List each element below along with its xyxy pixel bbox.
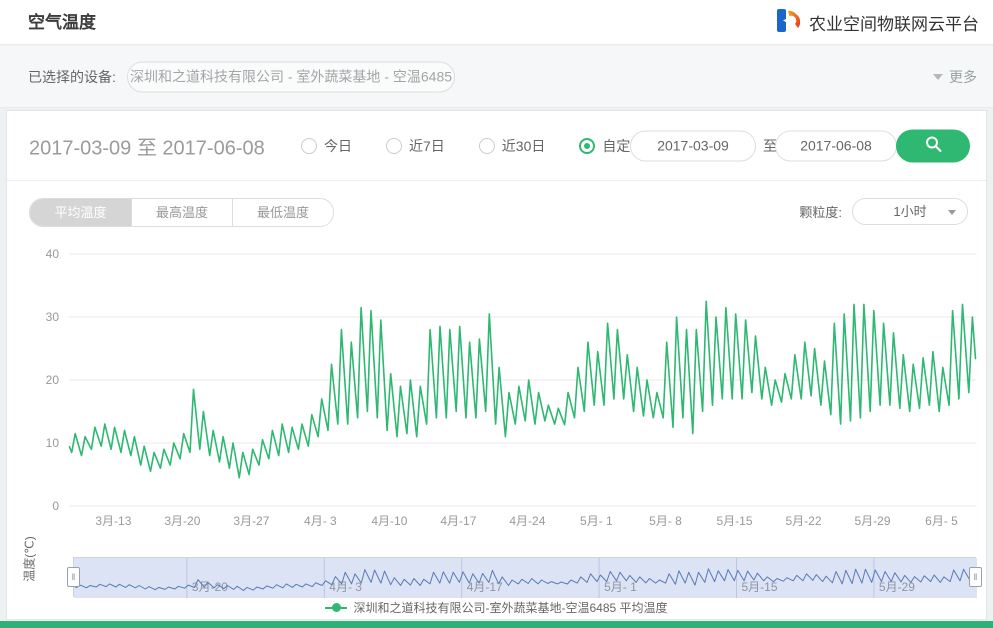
top-header: 空气温度 农业空间物联网云平台 bbox=[0, 0, 993, 45]
x-tick-label: 5月- 8 bbox=[649, 514, 682, 528]
x-tick-label: 5月-15 bbox=[716, 514, 752, 528]
tab-min-temperature[interactable]: 最低温度 bbox=[232, 199, 333, 226]
temperature-line bbox=[70, 301, 976, 477]
radio-circle-icon bbox=[479, 138, 495, 154]
chevron-down-icon bbox=[933, 74, 943, 80]
radio-today-label: 今日 bbox=[324, 136, 352, 156]
chevron-down-icon bbox=[948, 210, 956, 215]
x-tick-label: 5月-29 bbox=[854, 514, 890, 528]
datazoom-navigator[interactable]: 3月-204月- 34月-175月- 15月-155月-29 ‖ ‖ bbox=[73, 557, 976, 597]
start-date-input[interactable] bbox=[630, 130, 756, 161]
chart-area: 0 10 20 30 40 3月-13 3月-20 3月-27 4月- 3 4月-10 4月-17 4… bbox=[7, 243, 986, 553]
y-tick-label: 40 bbox=[46, 247, 60, 261]
tabs-row: 平均温度 最高温度 最低温度 颗粒度: 1小时 bbox=[7, 181, 986, 243]
navigator-tick-label: 5月- 1 bbox=[604, 580, 637, 594]
brand-name: 农业空间物联网云平台 bbox=[809, 10, 979, 35]
x-tick-label: 4月- 3 bbox=[304, 514, 337, 528]
selected-device-pill[interactable]: 深圳和之道科技有限公司 - 室外蔬菜基地 - 空温6485 bbox=[127, 61, 455, 92]
radio-last30days[interactable]: 近30日 bbox=[479, 136, 546, 156]
y-tick-label: 0 bbox=[52, 499, 59, 513]
navigator-tick-label: 5月-15 bbox=[742, 580, 778, 594]
device-bar: 已选择的设备: 深圳和之道科技有限公司 - 室外蔬菜基地 - 空温6485 更多 bbox=[0, 46, 993, 108]
x-tick-label: 4月-17 bbox=[440, 514, 476, 528]
page-title: 空气温度 bbox=[28, 0, 96, 45]
granularity-value: 1小时 bbox=[893, 204, 926, 219]
x-tick-label: 3月-20 bbox=[164, 514, 200, 528]
navigator-left-handle[interactable]: ‖ bbox=[67, 567, 80, 587]
navigator-tick-label: 4月- 3 bbox=[329, 580, 362, 594]
navigator-right-handle[interactable]: ‖ bbox=[969, 567, 982, 587]
footer-accent-bar bbox=[0, 621, 993, 628]
search-icon bbox=[925, 136, 942, 156]
line-dot-marker-icon bbox=[325, 603, 347, 612]
granularity-label: 颗粒度: bbox=[799, 202, 842, 221]
x-tick-label: 3月-27 bbox=[233, 514, 269, 528]
radio-circle-icon bbox=[301, 138, 317, 154]
radio-circle-icon bbox=[386, 138, 402, 154]
x-tick-label: 5月-22 bbox=[785, 514, 821, 528]
legend-item[interactable]: 深圳和之道科技有限公司-室外蔬菜基地-空温6485 平均温度 bbox=[325, 599, 667, 616]
granularity-dropdown[interactable]: 1小时 bbox=[852, 198, 968, 225]
x-tick-label: 3月-13 bbox=[95, 514, 131, 528]
y-tick-label: 20 bbox=[46, 373, 60, 387]
radio-last7days[interactable]: 近7日 bbox=[386, 136, 445, 156]
radio-selected-icon bbox=[579, 138, 595, 154]
temperature-line-chart: 0 10 20 30 40 3月-13 3月-20 3月-27 4月- 3 4月-10 4月-17 4… bbox=[7, 243, 986, 543]
selected-device-label: 已选择的设备: bbox=[28, 67, 116, 87]
date-preset-radio-group: 今日 近7日 近30日 自定义 bbox=[301, 111, 644, 181]
temperature-tab-group: 平均温度 最高温度 最低温度 bbox=[29, 198, 334, 227]
legend-row: 深圳和之道科技有限公司-室外蔬菜基地-空温6485 平均温度 bbox=[7, 599, 986, 616]
navigator-preview-chart: 3月-204月- 34月-175月- 15月-155月-29 bbox=[74, 558, 977, 598]
y-tick-label: 30 bbox=[46, 310, 60, 324]
tab-average-temperature[interactable]: 平均温度 bbox=[30, 199, 131, 226]
x-tick-label: 6月- 5 bbox=[925, 514, 958, 528]
legend-label: 深圳和之道科技有限公司-室外蔬菜基地-空温6485 平均温度 bbox=[353, 599, 667, 616]
more-control[interactable]: 更多 bbox=[933, 67, 977, 87]
y-tick-label: 10 bbox=[46, 436, 60, 450]
x-tick-label: 4月-24 bbox=[509, 514, 545, 528]
brand: 农业空间物联网云平台 bbox=[773, 0, 979, 45]
more-label: 更多 bbox=[949, 67, 977, 87]
x-tick-label: 4月-10 bbox=[371, 514, 407, 528]
tab-max-temperature[interactable]: 最高温度 bbox=[131, 199, 232, 226]
radio-last7days-label: 近7日 bbox=[409, 136, 445, 156]
brand-logo-icon bbox=[773, 7, 800, 39]
search-button[interactable] bbox=[896, 129, 970, 162]
chart-card: 2017-03-09 至 2017-06-08 今日 近7日 近30日 自定义 … bbox=[6, 110, 987, 620]
granularity-control: 颗粒度: 1小时 bbox=[799, 198, 968, 225]
radio-last30days-label: 近30日 bbox=[502, 136, 546, 156]
filter-row: 2017-03-09 至 2017-06-08 今日 近7日 近30日 自定义 … bbox=[7, 111, 986, 181]
navigator-tick-label: 5月-29 bbox=[879, 580, 915, 594]
end-date-input[interactable] bbox=[775, 130, 897, 161]
y-axis-title: 温度(℃) bbox=[21, 536, 38, 581]
x-tick-label: 5月- 1 bbox=[580, 514, 613, 528]
date-range-display: 2017-03-09 至 2017-06-08 bbox=[29, 131, 265, 160]
radio-today[interactable]: 今日 bbox=[301, 136, 352, 156]
